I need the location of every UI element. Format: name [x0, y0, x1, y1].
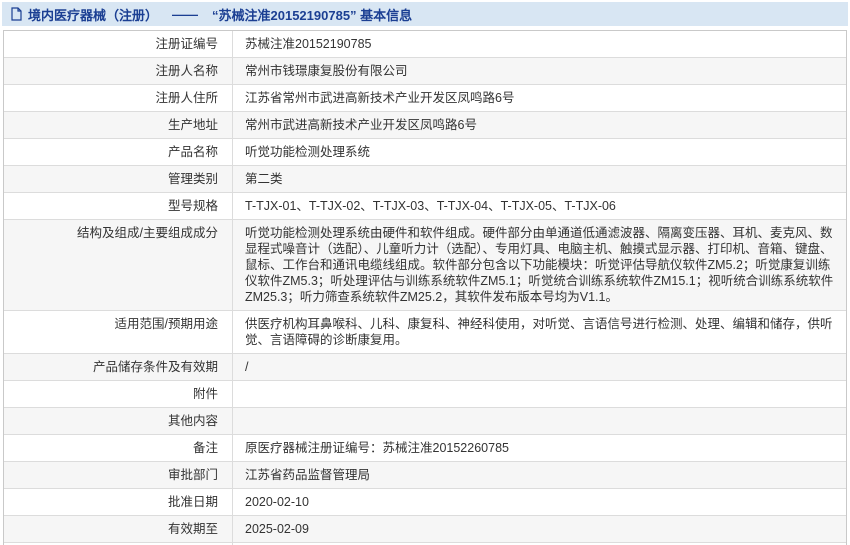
row-value: 2020-02-10 — [245, 495, 309, 509]
table-row-structure-composition: 结构及组成/主要组成成分 听觉功能检测处理系统由硬件和软件组成。硬件部分由单通道… — [4, 220, 846, 311]
table-row-product-name: 产品名称 听觉功能检测处理系统 — [4, 139, 846, 166]
row-value: 听觉功能检测处理系统 — [245, 145, 371, 159]
row-value — [233, 381, 846, 407]
row-value: 江苏省药品监督管理局 — [245, 468, 371, 482]
row-value: 常州市钱璟康复股份有限公司 — [245, 64, 408, 78]
row-value: 原医疗器械注册证编号：苏械注准20152260785 — [245, 441, 509, 455]
table-row-production-address: 生产地址 常州市武进高新技术产业开发区凤鸣路6号 — [4, 112, 846, 139]
row-label: 结构及组成/主要组成成分 — [4, 220, 233, 310]
row-label: 产品名称 — [4, 139, 233, 165]
document-icon — [10, 7, 23, 21]
table-row-approval-department: 审批部门 江苏省药品监督管理局 — [4, 462, 846, 489]
table-row-remarks: 备注 原医疗器械注册证编号：苏械注准20152260785 — [4, 435, 846, 462]
row-label: 其他内容 — [4, 408, 233, 434]
table-row-reg-number: 注册证编号 苏械注准20152190785 — [4, 31, 846, 58]
table-row-intended-use: 适用范围/预期用途 供医疗机构耳鼻喉科、儿科、康复科、神经科使用，对听觉、言语信… — [4, 311, 846, 354]
row-label: 适用范围/预期用途 — [4, 311, 233, 353]
row-value: 第二类 — [245, 172, 283, 186]
table-row-registrant-name: 注册人名称 常州市钱璟康复股份有限公司 — [4, 58, 846, 85]
row-label: 附件 — [4, 381, 233, 407]
page-title-right: “苏械注准20152190785” 基本信息 — [212, 7, 413, 23]
row-label: 型号规格 — [4, 193, 233, 219]
row-value — [233, 408, 846, 434]
row-label: 有效期至 — [4, 516, 233, 542]
row-value: T-TJX-01、T-TJX-02、T-TJX-03、T-TJX-04、T-TJ… — [245, 199, 616, 213]
row-label: 备注 — [4, 435, 233, 461]
row-label: 生产地址 — [4, 112, 233, 138]
row-value: 供医疗机构耳鼻喉科、儿科、康复科、神经科使用，对听觉、言语信号进行检测、处理、编… — [245, 317, 833, 347]
table-row-other-content: 其他内容 — [4, 408, 846, 435]
table-row-storage-conditions: 产品储存条件及有效期 / — [4, 354, 846, 381]
row-value: 常州市武进高新技术产业开发区凤鸣路6号 — [245, 118, 477, 132]
registration-info-table: 注册证编号 苏械注准20152190785 注册人名称 常州市钱璟康复股份有限公… — [3, 30, 847, 545]
table-row-valid-until: 有效期至 2025-02-09 — [4, 516, 846, 543]
row-label: 注册人名称 — [4, 58, 233, 84]
table-row-approval-date: 批准日期 2020-02-10 — [4, 489, 846, 516]
table-row-attachments: 附件 — [4, 381, 846, 408]
title-separator: —— — [172, 6, 199, 22]
row-label: 审批部门 — [4, 462, 233, 488]
row-value: 听觉功能检测处理系统由硬件和软件组成。硬件部分由单通道低通滤波器、隔离变压器、耳… — [245, 226, 834, 304]
page-title-bar: 境内医疗器械（注册） —— “苏械注准20152190785” 基本信息 — [2, 2, 848, 26]
row-label: 注册人住所 — [4, 85, 233, 111]
table-row-model-spec: 型号规格 T-TJX-01、T-TJX-02、T-TJX-03、T-TJX-04… — [4, 193, 846, 220]
row-label: 批准日期 — [4, 489, 233, 515]
row-label: 产品储存条件及有效期 — [4, 354, 233, 380]
row-value: / — [245, 360, 249, 374]
table-row-management-class: 管理类别 第二类 — [4, 166, 846, 193]
row-value: 苏械注准20152190785 — [245, 37, 372, 51]
row-label: 管理类别 — [4, 166, 233, 192]
row-value: 江苏省常州市武进高新技术产业开发区凤鸣路6号 — [245, 91, 515, 105]
table-row-registrant-address: 注册人住所 江苏省常州市武进高新技术产业开发区凤鸣路6号 — [4, 85, 846, 112]
row-value: 2025-02-09 — [245, 522, 309, 536]
page-title-left: 境内医疗器械（注册） — [28, 7, 159, 23]
row-label: 注册证编号 — [4, 31, 233, 57]
